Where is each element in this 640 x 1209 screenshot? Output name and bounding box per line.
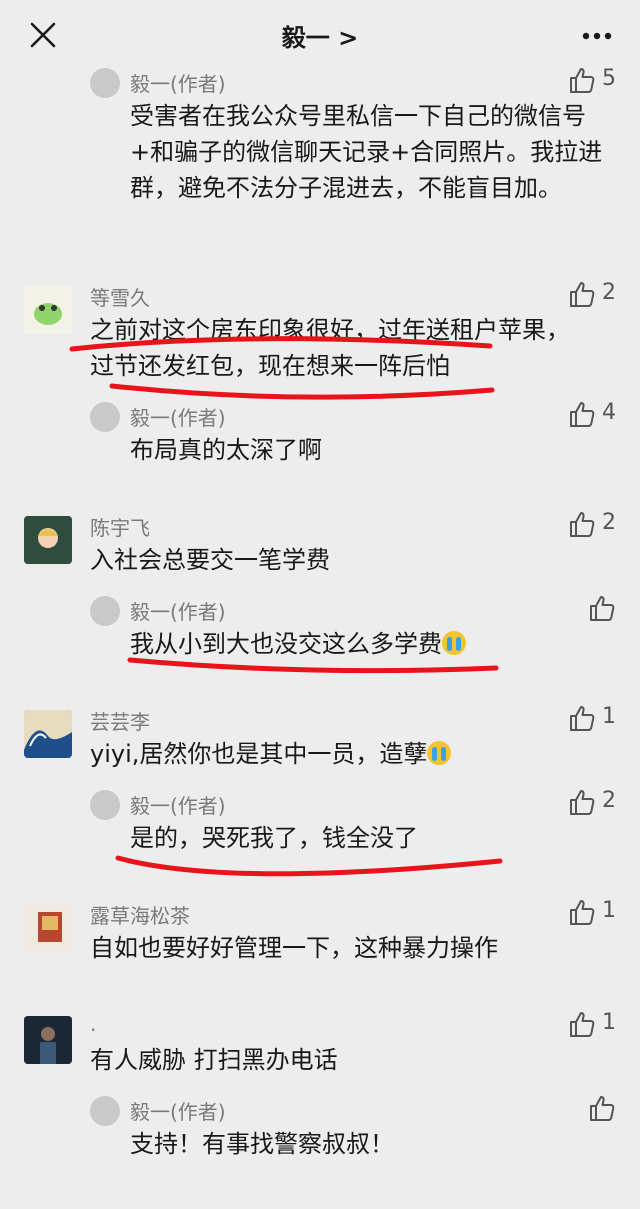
like-count: 4 (602, 400, 616, 425)
user-avatar[interactable] (24, 710, 72, 758)
comment-author-name: 露草海松茶 (90, 904, 190, 928)
like-count: 2 (602, 788, 616, 813)
comment-feed: 毅一(作者) 受害者在我公众号里私信一下自己的微信号+和骗子的微信聊天记录+合同… (0, 66, 640, 1209)
reply-author-name: 毅一(作者) (130, 794, 226, 818)
thumbs-up-icon (570, 900, 595, 925)
reply-text: 受害者在我公众号里私信一下自己的微信号+和骗子的微信聊天记录+合同照片。我拉进群… (130, 102, 603, 202)
author-avatar[interactable] (90, 402, 120, 432)
user-avatar[interactable] (24, 904, 72, 952)
comment-text: 有人威胁 打扫黑办电话 (90, 1046, 338, 1074)
thumbs-up-icon (590, 1096, 615, 1121)
thumbs-up-icon (570, 68, 595, 93)
thumbs-up-icon (570, 1012, 595, 1037)
like-count: 1 (602, 898, 616, 923)
thumbs-up-icon (570, 790, 595, 815)
comment-text: 自如也要好好管理一下，这种暴力操作 (90, 934, 498, 962)
thumbs-up-icon (590, 596, 615, 621)
page-title[interactable]: 毅一 > (0, 18, 640, 53)
thumbs-up-icon (570, 282, 595, 307)
top-bar: 毅一 > (0, 0, 640, 68)
author-avatar[interactable] (90, 596, 120, 626)
highlight-stroke (115, 855, 503, 877)
like-count: 1 (602, 704, 616, 729)
reply-author-name: 毅一(作者) (130, 406, 226, 430)
user-avatar[interactable] (24, 1016, 72, 1064)
crying-emoji-icon (427, 741, 452, 765)
like-count: 2 (602, 280, 616, 305)
reply-author-name: 毅一(作者) (130, 1100, 226, 1124)
author-avatar[interactable] (90, 68, 120, 98)
comment-author-name: 等雪久 (90, 286, 150, 310)
comment-author-name: 芸芸李 (90, 710, 150, 734)
user-avatar[interactable] (24, 286, 72, 334)
author-avatar[interactable] (90, 1096, 120, 1126)
highlight-stroke (109, 383, 495, 400)
comment-text: 入社会总要交一笔学费 (90, 546, 330, 574)
reply-text: 布局真的太深了啊 (130, 436, 322, 464)
more-icon[interactable] (582, 32, 612, 40)
thumbs-up-icon (570, 706, 595, 731)
reply-author-name: 毅一(作者) (130, 72, 226, 96)
reply-text: 支持！有事找警察叔叔！ (130, 1130, 394, 1158)
thumbs-up-icon (570, 402, 595, 427)
reply-author-name: 毅一(作者) (130, 600, 226, 624)
user-avatar[interactable] (24, 516, 72, 564)
reply-text: 我从小到大也没交这么多学费 (130, 626, 590, 662)
author-avatar[interactable] (90, 790, 120, 820)
comment-author-name: . (90, 1012, 97, 1036)
comment-author-name: 陈宇飞 (90, 516, 150, 540)
comment-text: yiyi,居然你也是其中一员，造孽 (90, 736, 590, 772)
like-count: 1 (602, 1010, 616, 1035)
like-count: 2 (602, 510, 616, 535)
comment-text: 之前对这个房东印象很好，过年送租户苹果，过节还发红包，现在想来一阵后怕 (90, 316, 570, 380)
crying-emoji-icon (442, 631, 466, 655)
reply-text: 是的，哭死我了，钱全没了 (130, 824, 418, 852)
like-count: 5 (602, 66, 616, 91)
thumbs-up-icon (570, 512, 595, 537)
